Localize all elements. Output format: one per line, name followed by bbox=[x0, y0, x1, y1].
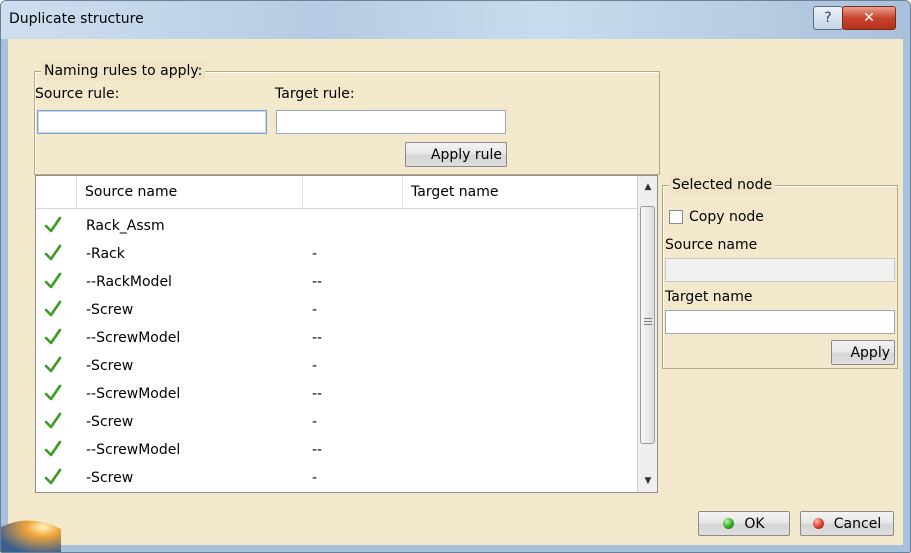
source-name-label: Source name bbox=[665, 237, 758, 253]
cancel-label: Cancel bbox=[833, 515, 882, 532]
selected-node-legend: Selected node bbox=[669, 176, 776, 194]
source-name-field[interactable] bbox=[665, 258, 895, 282]
checkmark-icon bbox=[44, 412, 62, 429]
header-source-name[interactable]: Source name bbox=[77, 176, 303, 208]
source-rule-input[interactable] bbox=[37, 110, 267, 134]
checkmark-icon bbox=[44, 272, 62, 289]
cancel-button[interactable]: Cancel bbox=[800, 511, 894, 536]
dialog-body: Naming rules to apply: Source rule: Targ… bbox=[8, 39, 903, 545]
source-name-cell: -Screw bbox=[86, 358, 134, 374]
target-rule-label: Target rule: bbox=[275, 86, 355, 102]
checkmark-icon bbox=[44, 468, 62, 485]
source-name-cell: --RackModel bbox=[86, 274, 172, 290]
apply-button[interactable]: Apply bbox=[831, 340, 895, 365]
title-bar: Duplicate structure ? ✕ bbox=[1, 1, 910, 39]
naming-rules-group: Naming rules to apply: Source rule: Targ… bbox=[34, 62, 660, 175]
target-rule-input[interactable] bbox=[276, 110, 506, 134]
header-check-column[interactable] bbox=[36, 176, 77, 208]
help-button[interactable]: ? bbox=[813, 6, 843, 30]
checkmark-icon bbox=[44, 300, 62, 317]
source-name-cell: --ScrewModel bbox=[86, 442, 181, 458]
level-cell: -- bbox=[312, 274, 323, 290]
level-cell: - bbox=[312, 302, 318, 318]
close-button[interactable]: ✕ bbox=[842, 6, 896, 30]
level-cell: -- bbox=[312, 386, 323, 402]
apply-rule-button[interactable]: Apply rule bbox=[405, 142, 507, 167]
tree-row[interactable]: --ScrewModel -- bbox=[36, 380, 637, 408]
checkmark-icon bbox=[44, 244, 62, 261]
selected-node-group: Selected node Copy node Source name Targ… bbox=[662, 176, 898, 369]
ok-button[interactable]: OK bbox=[698, 511, 790, 536]
copy-node-checkbox[interactable] bbox=[669, 210, 683, 224]
window-title: Duplicate structure bbox=[9, 11, 144, 27]
source-name-cell: -Screw bbox=[86, 470, 134, 486]
scroll-grip-icon bbox=[644, 318, 652, 319]
header-level[interactable] bbox=[303, 176, 403, 208]
globe-decoration-icon bbox=[1, 520, 61, 552]
tree-row[interactable]: --ScrewModel -- bbox=[36, 436, 637, 464]
target-name-field[interactable] bbox=[665, 310, 895, 334]
source-name-cell: --ScrewModel bbox=[86, 330, 181, 346]
source-name-cell: --ScrewModel bbox=[86, 386, 181, 402]
header-target-name[interactable]: Target name bbox=[403, 176, 637, 208]
green-dot-icon bbox=[723, 517, 735, 529]
tree-row[interactable]: -Screw - bbox=[36, 296, 637, 324]
duplicate-structure-dialog: Duplicate structure ? ✕ Naming rules to … bbox=[0, 0, 911, 553]
naming-rules-legend: Naming rules to apply: bbox=[41, 62, 206, 80]
source-rule-label: Source rule: bbox=[35, 86, 120, 102]
checkmark-icon bbox=[44, 216, 62, 233]
tree-row[interactable]: --RackModel -- bbox=[36, 268, 637, 296]
source-name-cell: Rack_Assm bbox=[86, 218, 165, 234]
level-cell: - bbox=[312, 358, 318, 374]
source-name-cell: -Screw bbox=[86, 414, 134, 430]
close-icon: ✕ bbox=[863, 10, 875, 26]
level-cell: - bbox=[312, 246, 318, 262]
checkmark-icon bbox=[44, 356, 62, 373]
red-dot-icon bbox=[812, 517, 824, 529]
tree-row[interactable]: -Screw - bbox=[36, 464, 637, 492]
tree-row[interactable]: --ScrewModel -- bbox=[36, 324, 637, 352]
tree-row[interactable]: -Screw - bbox=[36, 352, 637, 380]
tree-row[interactable]: -Screw - bbox=[36, 408, 637, 436]
source-name-cell: -Screw bbox=[86, 302, 134, 318]
scroll-down-arrow-icon[interactable]: ▼ bbox=[638, 472, 657, 490]
ok-label: OK bbox=[744, 515, 765, 532]
target-name-label: Target name bbox=[665, 289, 753, 305]
copy-node-label: Copy node bbox=[689, 209, 764, 225]
level-cell: -- bbox=[312, 442, 323, 458]
scroll-up-arrow-icon[interactable]: ▲ bbox=[638, 178, 657, 196]
level-cell: - bbox=[312, 414, 318, 430]
level-cell: -- bbox=[312, 330, 323, 346]
level-cell: - bbox=[312, 470, 318, 486]
checkmark-icon bbox=[44, 440, 62, 457]
source-name-cell: -Rack bbox=[86, 246, 125, 262]
structure-tree[interactable]: Source name Target name Rack_Assm -Rack - -… bbox=[35, 175, 658, 493]
tree-row[interactable]: -Rack - bbox=[36, 240, 637, 268]
question-mark-icon: ? bbox=[824, 10, 832, 26]
checkmark-icon bbox=[44, 328, 62, 345]
tree-row[interactable]: Rack_Assm bbox=[36, 212, 637, 240]
tree-scrollbar[interactable]: ▲ ▼ bbox=[637, 176, 657, 492]
scrollbar-thumb[interactable] bbox=[640, 206, 655, 444]
checkmark-icon bbox=[44, 384, 62, 401]
tree-header: Source name Target name bbox=[36, 176, 637, 209]
